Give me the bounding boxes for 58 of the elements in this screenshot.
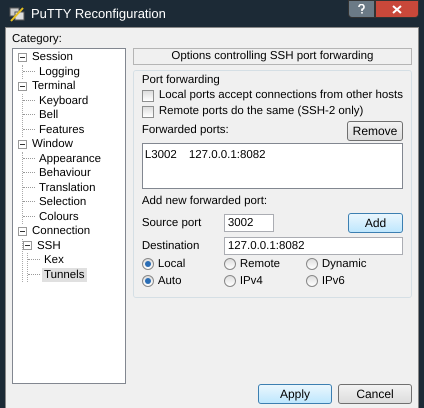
radio-label[interactable]: Local bbox=[158, 256, 186, 273]
source-port-label: Source port bbox=[142, 216, 202, 231]
radio-button[interactable] bbox=[224, 258, 236, 270]
tree-item[interactable]: Logging bbox=[37, 64, 82, 79]
tree-item[interactable]: Keyboard bbox=[37, 94, 90, 108]
list-cell[interactable]: L3002 bbox=[144, 147, 189, 164]
radio-button[interactable] bbox=[306, 275, 318, 288]
collapse-icon[interactable] bbox=[23, 241, 32, 250]
add-button[interactable]: Add bbox=[348, 213, 403, 234]
group-title: Port forwarding bbox=[142, 73, 221, 87]
window-title: PuTTY Reconfiguration bbox=[31, 4, 166, 23]
tree-item[interactable]: Connection bbox=[30, 224, 92, 238]
close-icon bbox=[392, 4, 402, 14]
add-port-label: Add new forwarded port: bbox=[142, 194, 268, 209]
category-label: Category: bbox=[12, 32, 63, 46]
forwarded-ports-label: Forwarded ports: bbox=[142, 123, 229, 138]
destination-field[interactable]: 127.0.0.1:8082 bbox=[224, 237, 403, 256]
collapse-icon[interactable] bbox=[18, 226, 27, 236]
radio-button[interactable] bbox=[306, 258, 318, 270]
destination-label: Destination bbox=[142, 238, 200, 254]
radio-label[interactable]: IPv4 bbox=[240, 272, 263, 290]
tree-item[interactable]: Features bbox=[37, 122, 86, 137]
radio-button[interactable] bbox=[142, 275, 154, 288]
tree-item[interactable]: Behaviour bbox=[37, 166, 93, 180]
checkbox[interactable] bbox=[142, 90, 154, 102]
checkbox-label[interactable]: Local ports accept connections from other hosts bbox=[158, 86, 403, 104]
list-cell[interactable]: 127.0.0.1:8082 bbox=[188, 147, 266, 164]
collapse-icon[interactable] bbox=[18, 82, 27, 91]
tree-item[interactable]: Selection bbox=[37, 195, 88, 210]
checkbox[interactable] bbox=[142, 106, 154, 118]
close-button[interactable] bbox=[375, 0, 419, 18]
remove-button[interactable]: Remove bbox=[347, 121, 403, 141]
tree-item[interactable]: Bell bbox=[37, 108, 60, 122]
tree-item[interactable]: Appearance bbox=[37, 152, 104, 166]
tree-item[interactable]: Translation bbox=[37, 180, 98, 195]
radio-button[interactable] bbox=[142, 258, 154, 270]
collapse-icon[interactable] bbox=[18, 52, 27, 62]
radio-label[interactable]: Remote bbox=[240, 256, 280, 273]
collapse-icon[interactable] bbox=[18, 140, 27, 149]
tree-item[interactable]: SSH bbox=[35, 238, 63, 253]
radio-button[interactable] bbox=[224, 275, 236, 288]
panel-header: Options controlling SSH port forwarding bbox=[132, 48, 412, 65]
radio-label[interactable]: Auto bbox=[158, 272, 182, 290]
dialog-button[interactable]: Apply bbox=[258, 384, 332, 404]
tree-item[interactable]: Tunnels bbox=[42, 268, 86, 282]
tree-item[interactable]: Colours bbox=[37, 210, 81, 224]
dialog-button[interactable]: Cancel bbox=[338, 384, 412, 404]
radio-label[interactable]: IPv6 bbox=[322, 272, 345, 290]
source-port-field[interactable]: 3002 bbox=[224, 214, 274, 232]
tree-item[interactable]: Kex bbox=[42, 253, 66, 268]
radio-label[interactable]: Dynamic bbox=[322, 256, 367, 273]
tree-item[interactable]: Window bbox=[30, 137, 75, 152]
tree-item[interactable]: Terminal bbox=[30, 79, 78, 94]
help-icon bbox=[358, 4, 365, 14]
tree-item[interactable]: Session bbox=[30, 50, 75, 64]
app-icon bbox=[9, 6, 25, 22]
checkbox-label[interactable]: Remote ports do the same (SSH-2 only) bbox=[158, 102, 364, 120]
help-button[interactable] bbox=[348, 0, 375, 18]
